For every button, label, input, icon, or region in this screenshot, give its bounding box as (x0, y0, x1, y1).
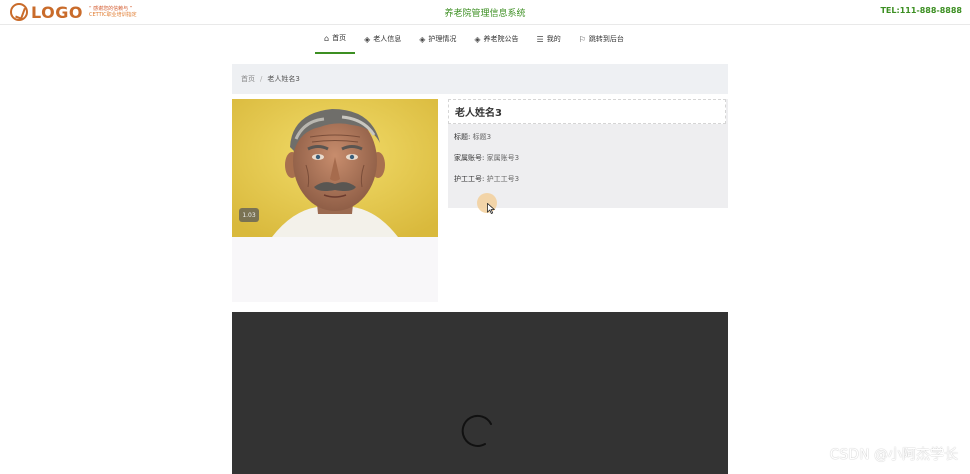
video-player[interactable] (232, 312, 728, 474)
nav-item-elder-info[interactable]: ◈ 老人信息 (355, 24, 410, 54)
detail-label: 家属账号: (454, 154, 485, 162)
cube-icon: ◈ (364, 34, 371, 44)
elder-name-title: 老人姓名3 (448, 99, 726, 124)
list-icon: ☰ (536, 34, 544, 44)
nav-item-label: 护理情况 (428, 35, 457, 43)
detail-value: 护工工号3 (486, 175, 520, 183)
detail-panel: 老人姓名3 标题: 标题3 家属账号: 家属账号3 护工工号: 护工工号3 (448, 99, 728, 208)
system-title: 养老院管理信息系统 (444, 9, 526, 19)
detail-label: 护工工号: (454, 175, 485, 183)
nav-item-care-status[interactable]: ◈ 护理情况 (410, 24, 465, 54)
top-header: LOGO “ 感谢您的信赖与 ” CETTIC职业培训指定 养老院管理信息系统 … (0, 0, 970, 25)
nav-item-notices[interactable]: ◈ 养老院公告 (465, 24, 527, 54)
image-zoom-badge: 1.03 (239, 208, 259, 222)
breadcrumb: 首页 / 老人姓名3 (232, 64, 728, 94)
tel-number: TEL:111-888-8888 (880, 6, 962, 15)
watermark: CSDN @小阿杰学长 (829, 447, 958, 463)
image-panel: 1.03 (232, 99, 438, 302)
nav-item-label: 首页 (332, 34, 347, 42)
nav-item-label: 跳转到后台 (588, 35, 624, 43)
detail-value: 标题3 (472, 133, 492, 141)
nav-item-label: 我的 (546, 35, 561, 43)
cube-icon: ◈ (419, 34, 426, 44)
detail-row-caregiver-id: 护工工号: 护工工号3 (454, 174, 519, 184)
flag-icon: ⚐ (578, 34, 586, 44)
nav-item-mine[interactable]: ☰ 我的 (528, 24, 570, 54)
nav-items: ⌂ 首页 ◈ 老人信息 ◈ 护理情况 ◈ 养老院公告 ☰ 我的 ⚐ 跳转到后台 (315, 24, 633, 54)
nav-item-admin[interactable]: ⚐ 跳转到后台 (570, 24, 633, 54)
detail-row-title: 标题: 标题3 (454, 132, 491, 142)
nav-item-label: 养老院公告 (483, 35, 519, 43)
breadcrumb-home-link[interactable]: 首页 (241, 74, 255, 84)
loading-spinner-icon (461, 414, 492, 447)
cube-icon: ◈ (474, 34, 481, 44)
home-icon: ⌂ (324, 33, 330, 43)
breadcrumb-separator: / (260, 75, 263, 83)
mouse-cursor-icon (487, 203, 495, 214)
main-nav: ⌂ 首页 ◈ 老人信息 ◈ 护理情况 ◈ 养老院公告 ☰ 我的 ⚐ 跳转到后台 (0, 24, 970, 54)
breadcrumb-current: 老人姓名3 (267, 75, 300, 83)
elder-portrait-image (232, 99, 438, 237)
detail-value: 家属账号3 (486, 154, 520, 162)
detail-label: 标题: (454, 133, 471, 141)
detail-row-family-account: 家属账号: 家属账号3 (454, 153, 519, 163)
elder-photo[interactable]: 1.03 (232, 99, 438, 237)
nav-item-label: 老人信息 (373, 35, 402, 43)
nav-item-home[interactable]: ⌂ 首页 (315, 24, 356, 54)
